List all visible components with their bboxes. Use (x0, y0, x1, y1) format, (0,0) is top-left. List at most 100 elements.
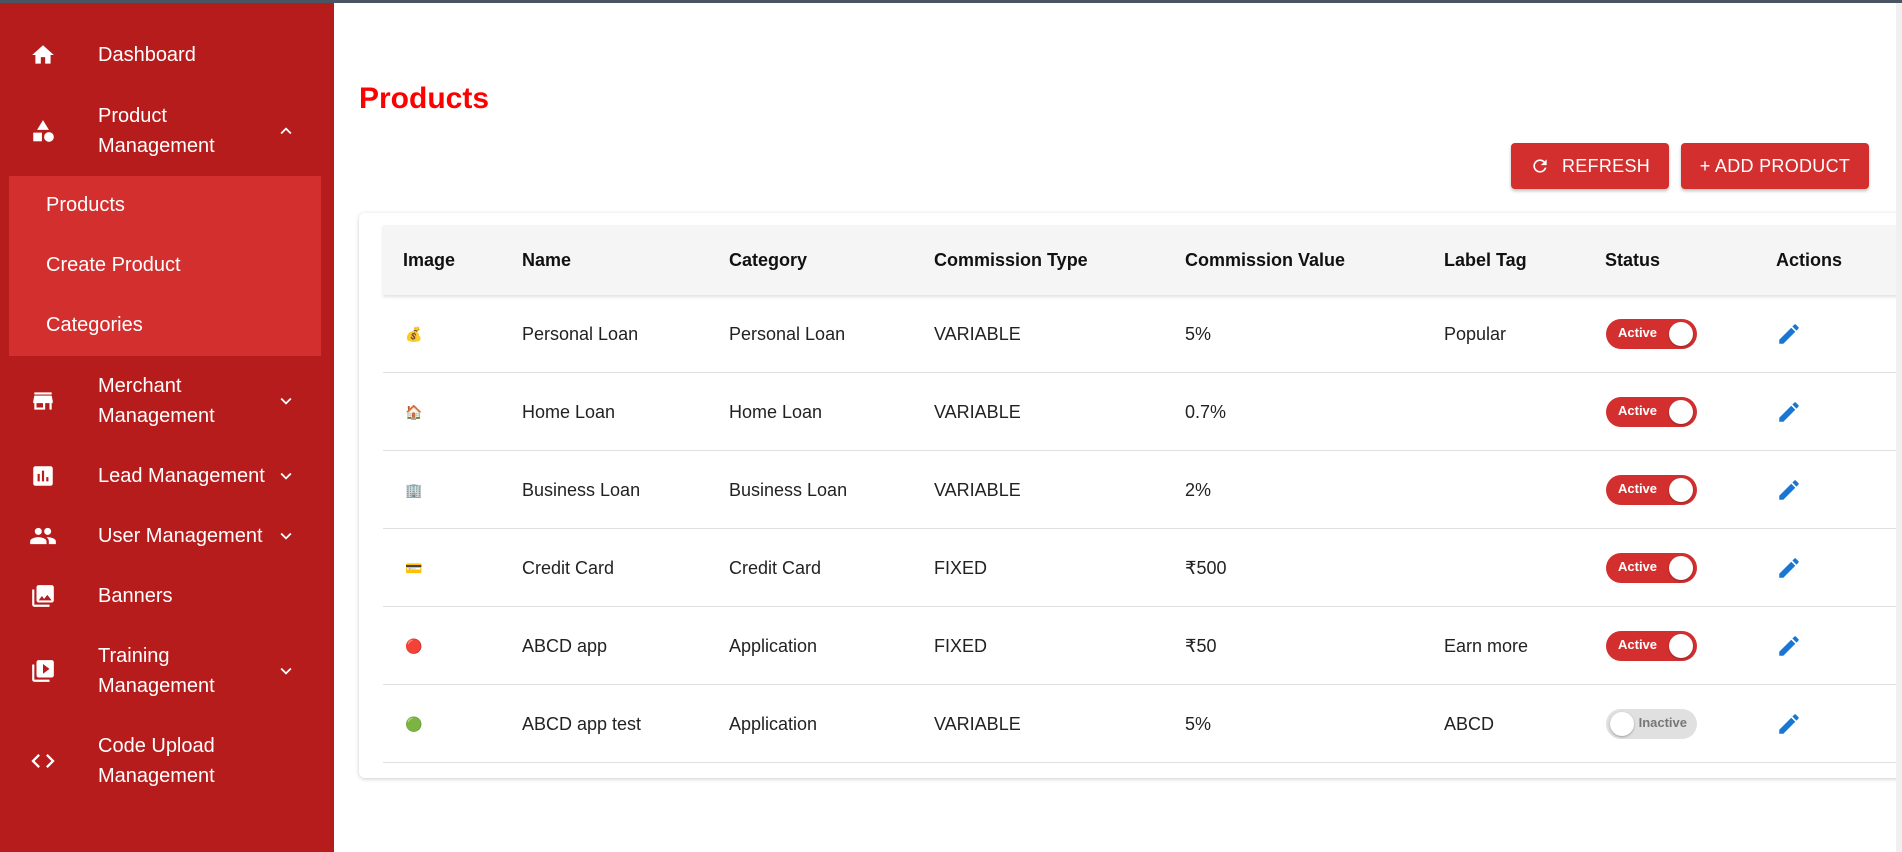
commission-value: 0.7% (1185, 402, 1227, 422)
table-row: 🟢 ABCD app test Application VARIABLE 5% … (383, 685, 1902, 763)
product-name: ABCD app (522, 636, 608, 656)
commission-value: ₹50 (1185, 636, 1217, 656)
product-name: Credit Card (522, 558, 615, 578)
status-label: Active (1618, 481, 1658, 496)
edit-icon[interactable] (1776, 321, 1802, 347)
window-top-border (0, 0, 1902, 3)
column-header-actions: Actions (1776, 250, 1843, 270)
sidebar-item-label: User Management (98, 525, 263, 547)
edit-icon[interactable] (1776, 633, 1802, 659)
table-header: Image Name Category Commission Type Comm… (383, 225, 1902, 295)
sidebar-item-label: Merchant Management (98, 375, 215, 427)
column-header-category: Category (729, 250, 808, 270)
commission-type: VARIABLE (934, 480, 1021, 500)
sidebar-item-label: Dashboard (98, 44, 196, 66)
refresh-button[interactable]: REFRESH (1511, 143, 1669, 189)
product-name: Home Loan (522, 402, 616, 422)
chevron-up-icon[interactable] (272, 117, 300, 145)
sidebar-item-user-management[interactable]: User Management (0, 521, 334, 551)
submenu-item-categories[interactable]: Categories (46, 310, 143, 340)
column-header-image: Image (403, 250, 456, 270)
table-row: 💰 Personal Loan Personal Loan VARIABLE 5… (383, 295, 1902, 373)
status-label: Active (1618, 637, 1658, 652)
toggle-knob (1669, 322, 1693, 346)
product-image: 🟢 (405, 715, 423, 732)
product-category: Business Loan (729, 480, 848, 500)
add-product-button-label: + ADD PRODUCT (1699, 155, 1851, 176)
sidebar-item-merchant-management[interactable]: Merchant Management (0, 371, 334, 431)
product-name: Personal Loan (522, 324, 639, 344)
table-row: 🏠 Home Loan Home Loan VARIABLE 0.7% Acti… (383, 373, 1902, 451)
status-label: Active (1618, 325, 1658, 340)
product-category: Application (729, 636, 818, 656)
sidebar-item-lead-management[interactable]: Lead Management (0, 461, 334, 491)
status-toggle[interactable]: Active (1606, 631, 1697, 661)
edit-icon[interactable] (1776, 399, 1802, 425)
product-submenu: Products Create Product Categories (9, 176, 321, 356)
chevron-down-icon[interactable] (272, 387, 300, 415)
scrollbar[interactable] (1896, 0, 1902, 852)
status-label: Inactive (1638, 715, 1687, 730)
label-tag: ABCD (1444, 714, 1495, 734)
video-library-icon (28, 656, 58, 686)
commission-value: 2% (1185, 480, 1212, 500)
sidebar-item-dashboard[interactable]: Dashboard (0, 40, 334, 70)
sidebar-item-label: Banners (98, 585, 173, 607)
sidebar-item-label: Training Management (98, 645, 215, 697)
shapes-icon (28, 116, 58, 146)
toggle-knob (1669, 556, 1693, 580)
column-header-name: Name (522, 250, 572, 270)
product-category: Personal Loan (729, 324, 846, 344)
status-toggle[interactable]: Active (1606, 397, 1697, 427)
chevron-down-icon[interactable] (272, 522, 300, 550)
refresh-icon (1533, 159, 1547, 173)
commission-value: 5% (1185, 714, 1212, 734)
submenu-item-products[interactable]: Products (46, 190, 125, 220)
chevron-down-icon[interactable] (272, 657, 300, 685)
toggle-knob (1669, 478, 1693, 502)
status-toggle[interactable]: Active (1606, 475, 1697, 505)
edit-icon[interactable] (1776, 477, 1802, 503)
commission-type: FIXED (934, 636, 988, 656)
column-header-label-tag: Label Tag (1444, 250, 1527, 270)
status-toggle[interactable]: Inactive (1606, 709, 1697, 739)
sidebar-item-label: Lead Management (98, 465, 265, 487)
status-toggle[interactable]: Active (1606, 553, 1697, 583)
sidebar-item-label: Product Management (98, 105, 215, 157)
label-tag: Earn more (1444, 636, 1529, 656)
status-label: Active (1618, 559, 1658, 574)
status-toggle[interactable]: Active (1606, 319, 1697, 349)
product-image: 🏢 (405, 481, 423, 498)
sidebar-item-product-management[interactable]: Product Management (0, 101, 334, 161)
toggle-knob (1669, 634, 1693, 658)
sidebar-item-label: Code Upload Management (98, 735, 215, 787)
toggle-knob (1610, 712, 1634, 736)
sidebar-item-banners[interactable]: Banners (0, 581, 334, 611)
main-content: Products REFRESH + ADD PRODUCT Image Nam… (334, 0, 1902, 852)
chevron-down-icon[interactable] (272, 462, 300, 490)
commission-type: VARIABLE (934, 714, 1021, 734)
table-row: 💳 Credit Card Credit Card FIXED ₹500 Act… (383, 529, 1902, 607)
table-row: 🔴 ABCD app Application FIXED ₹50 Earn mo… (383, 607, 1902, 685)
commission-value: ₹500 (1185, 558, 1227, 578)
product-image: 💰 (405, 325, 423, 342)
column-header-commission-type: Commission Type (934, 250, 1088, 270)
page-title: Products (359, 82, 490, 115)
sidebar-item-code-upload-management[interactable]: Code Upload Management (0, 731, 334, 791)
status-label: Active (1618, 403, 1658, 418)
sidebar: Dashboard Product Management Products Cr… (0, 0, 334, 852)
submenu-item-create-product[interactable]: Create Product (46, 250, 181, 280)
store-icon (28, 386, 58, 416)
edit-icon[interactable] (1776, 711, 1802, 737)
toggle-knob (1669, 400, 1693, 424)
commission-type: VARIABLE (934, 324, 1021, 344)
chart-icon (28, 461, 58, 491)
product-image: 🔴 (405, 637, 423, 654)
refresh-button-label: REFRESH (1561, 155, 1651, 176)
add-product-button[interactable]: + ADD PRODUCT (1681, 143, 1869, 189)
commission-type: FIXED (934, 558, 988, 578)
people-icon (28, 521, 58, 551)
sidebar-item-training-management[interactable]: Training Management (0, 641, 334, 701)
edit-icon[interactable] (1776, 555, 1802, 581)
products-table-card: Image Name Category Commission Type Comm… (359, 213, 1902, 778)
